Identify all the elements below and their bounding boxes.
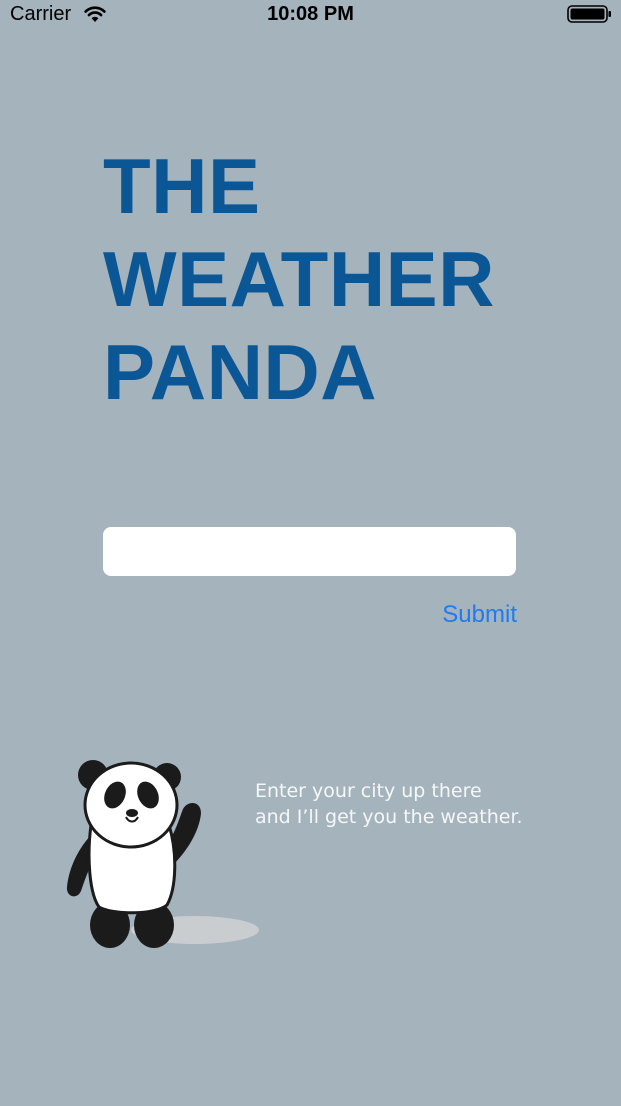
panda-illustration xyxy=(66,760,259,948)
status-time: 10:08 PM xyxy=(267,3,354,25)
submit-button[interactable]: Submit xyxy=(405,597,517,633)
status-bar: Carrier 10:08 PM xyxy=(0,0,621,28)
hint-text: Enter your city up there and I’ll get yo… xyxy=(255,778,523,830)
city-input[interactable] xyxy=(103,527,516,576)
app-title-line-1: THE xyxy=(103,142,261,230)
hint-line-2: and I’ll get you the weather. xyxy=(255,806,523,828)
app-title: THE WEATHER PANDA xyxy=(103,140,495,419)
hint-line-1: Enter your city up there xyxy=(255,780,482,802)
battery-icon xyxy=(567,5,611,23)
app-title-line-3: PANDA xyxy=(103,328,378,416)
app-title-line-2: WEATHER xyxy=(103,235,496,323)
